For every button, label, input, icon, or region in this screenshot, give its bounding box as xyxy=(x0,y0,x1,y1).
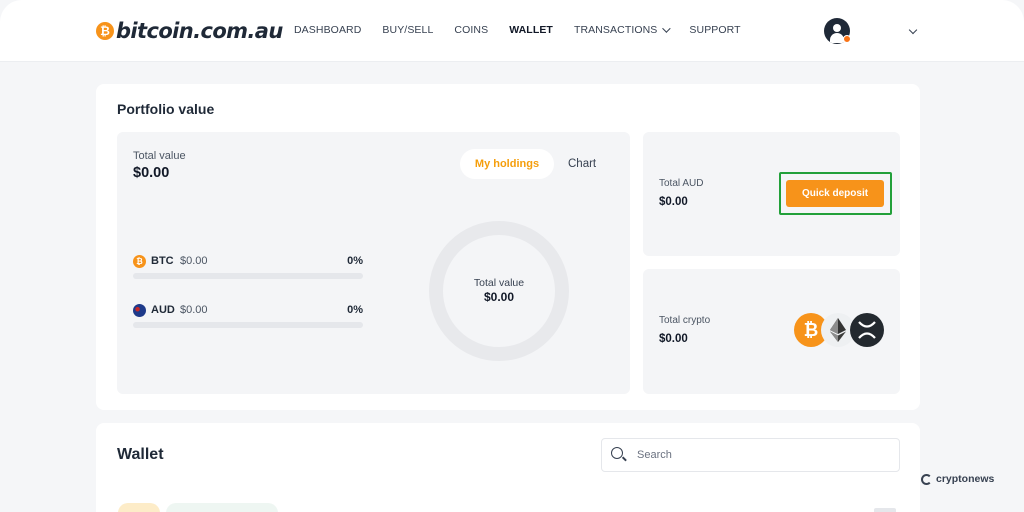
asset-row-btc: ₿ BTC $0.00 0% xyxy=(133,253,363,283)
asset-row-aud: AUD $0.00 0% xyxy=(133,302,363,332)
total-crypto-value: $0.00 xyxy=(659,333,688,345)
ethereum-glyph xyxy=(830,318,846,342)
notification-dot xyxy=(843,35,851,43)
nav-dashboard[interactable]: DASHBOARD xyxy=(294,24,361,36)
watermark-text: cryptonews xyxy=(936,473,995,485)
brand-name: bitcoin.com.au xyxy=(116,19,283,43)
asset-value: $0.00 xyxy=(180,304,208,316)
xrp-glyph xyxy=(858,321,876,339)
wallet-row-action-placeholder xyxy=(874,508,896,512)
donut-label: Total value xyxy=(473,277,525,289)
bitcoin-logo-icon: ₿ xyxy=(96,22,114,40)
australia-flag-icon xyxy=(133,304,146,317)
chevron-down-icon xyxy=(662,24,672,33)
wallet-row-icon-placeholder xyxy=(118,503,160,512)
search-icon xyxy=(611,447,623,459)
holdings-chart-toggle: My holdings Chart xyxy=(460,149,615,179)
total-value-label: Total value xyxy=(133,150,186,162)
avatar-head xyxy=(833,24,841,32)
main-nav: DASHBOARD BUY/SELL COINS WALLET TRANSACT… xyxy=(294,24,762,36)
asset-percent: 0% xyxy=(347,304,363,316)
wallet-title: Wallet xyxy=(117,446,164,463)
asset-percent: 0% xyxy=(347,255,363,267)
nav-transactions[interactable]: TRANSACTIONS xyxy=(573,24,672,36)
asset-value: $0.00 xyxy=(180,255,208,267)
asset-code: BTC xyxy=(151,255,174,267)
nav-wallet[interactable]: WALLET xyxy=(509,24,553,36)
cryptonews-logo-icon xyxy=(921,473,932,485)
total-aud-label: Total AUD xyxy=(659,178,704,189)
portfolio-title: Portfolio value xyxy=(117,101,215,117)
total-crypto-label: Total crypto xyxy=(659,315,711,326)
donut-value: $0.00 xyxy=(483,290,515,304)
nav-transactions-label: TRANSACTIONS xyxy=(573,24,658,36)
brand-logo[interactable]: ₿ bitcoin.com.au xyxy=(96,17,283,45)
nav-coins[interactable]: COINS xyxy=(454,24,488,36)
avatar-body xyxy=(830,33,844,43)
user-menu-chevron-icon[interactable] xyxy=(908,25,918,35)
nav-support[interactable]: SUPPORT xyxy=(689,24,740,36)
nav-buy-sell[interactable]: BUY/SELL xyxy=(382,24,433,36)
asset-progress-bar xyxy=(133,322,363,328)
wallet-row-label-placeholder xyxy=(166,503,278,512)
asset-code: AUD xyxy=(151,304,175,316)
cryptonews-watermark: cryptonews xyxy=(921,473,994,485)
top-header: ₿ bitcoin.com.au DASHBOARD BUY/SELL COIN… xyxy=(0,0,1024,62)
bitcoin-icon: ₿ xyxy=(133,255,146,268)
tab-chart[interactable]: Chart xyxy=(568,158,596,170)
app-frame: ₿ bitcoin.com.au DASHBOARD BUY/SELL COIN… xyxy=(0,0,1024,512)
wallet-search-input[interactable] xyxy=(637,446,887,464)
tab-my-holdings[interactable]: My holdings xyxy=(460,149,554,179)
total-aud-value: $0.00 xyxy=(659,196,688,208)
asset-progress-bar xyxy=(133,273,363,279)
xrp-icon xyxy=(850,313,884,347)
quick-deposit-button[interactable]: Quick deposit xyxy=(786,180,884,207)
total-value-amount: $0.00 xyxy=(133,165,170,181)
